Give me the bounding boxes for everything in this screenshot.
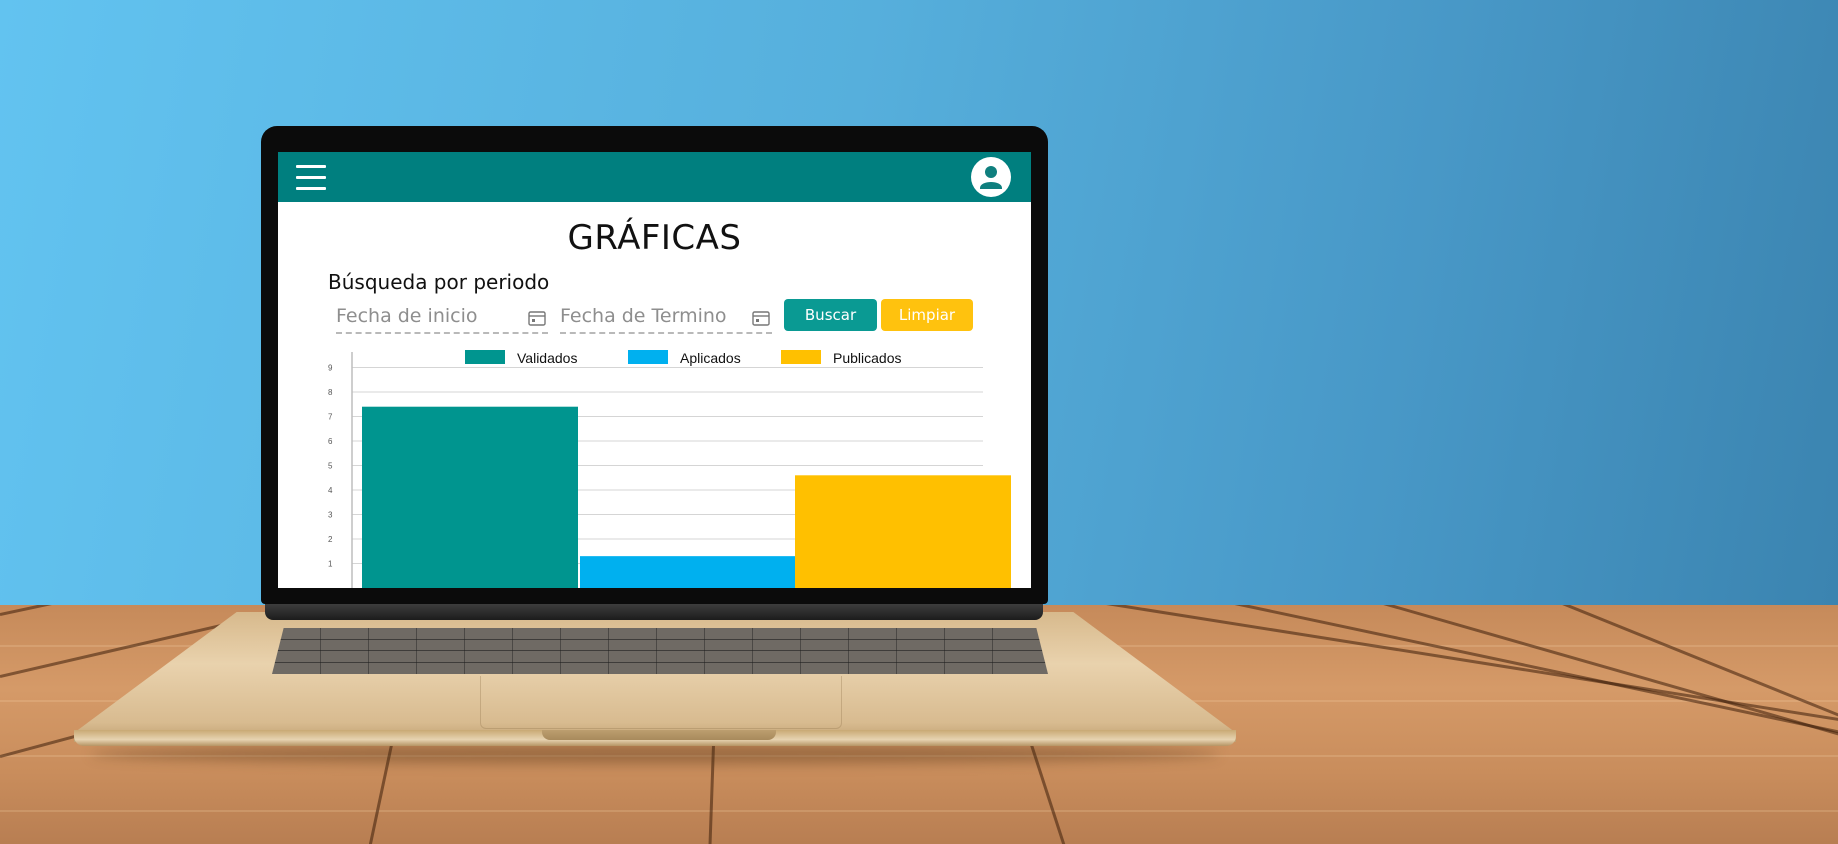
legend-swatch [465, 350, 505, 364]
bar-validados [362, 406, 578, 588]
page-title: GRÁFICAS [567, 218, 742, 258]
y-tick-label: 4 [328, 486, 333, 495]
y-tick-label: 3 [328, 511, 333, 520]
bar-chart: 1 2 3 4 5 6 7 8 9 Validados Aplicados Publicados [328, 350, 1011, 588]
legend-swatch [628, 350, 668, 364]
y-tick-label: 8 [328, 388, 333, 397]
clear-button[interactable]: Limpiar [881, 299, 973, 331]
y-tick-label: 7 [328, 413, 333, 422]
y-tick-label: 2 [328, 535, 333, 544]
y-tick-label: 6 [328, 437, 333, 446]
keyboard [272, 628, 1048, 674]
bar-aplicados [580, 556, 796, 588]
start-date-input[interactable] [336, 302, 516, 330]
start-date-field[interactable] [336, 302, 548, 334]
y-tick-label: 5 [328, 462, 333, 471]
laptop-screen: GRÁFICAS Búsqueda por periodo Buscar Lim… [278, 152, 1031, 588]
search-button[interactable]: Buscar [784, 299, 877, 331]
calendar-icon[interactable] [528, 310, 546, 326]
search-period-label: Búsqueda por periodo [328, 270, 550, 294]
end-date-input[interactable] [560, 302, 740, 330]
legend-label: Publicados [833, 350, 902, 366]
end-date-field[interactable] [560, 302, 772, 334]
legend-label: Aplicados [680, 350, 741, 366]
y-tick-label: 1 [328, 560, 333, 569]
bar-publicados [795, 475, 1011, 588]
legend-label: Validados [517, 350, 577, 366]
laptop-shadow [90, 744, 1220, 764]
y-tick-label: 9 [328, 364, 333, 373]
trackpad [480, 676, 842, 729]
calendar-icon[interactable] [752, 310, 770, 326]
hamburger-menu-icon[interactable] [296, 164, 326, 190]
app-bar [278, 152, 1031, 202]
legend-swatch [781, 350, 821, 364]
laptop-notch [542, 730, 776, 740]
user-avatar-icon[interactable] [971, 157, 1011, 197]
